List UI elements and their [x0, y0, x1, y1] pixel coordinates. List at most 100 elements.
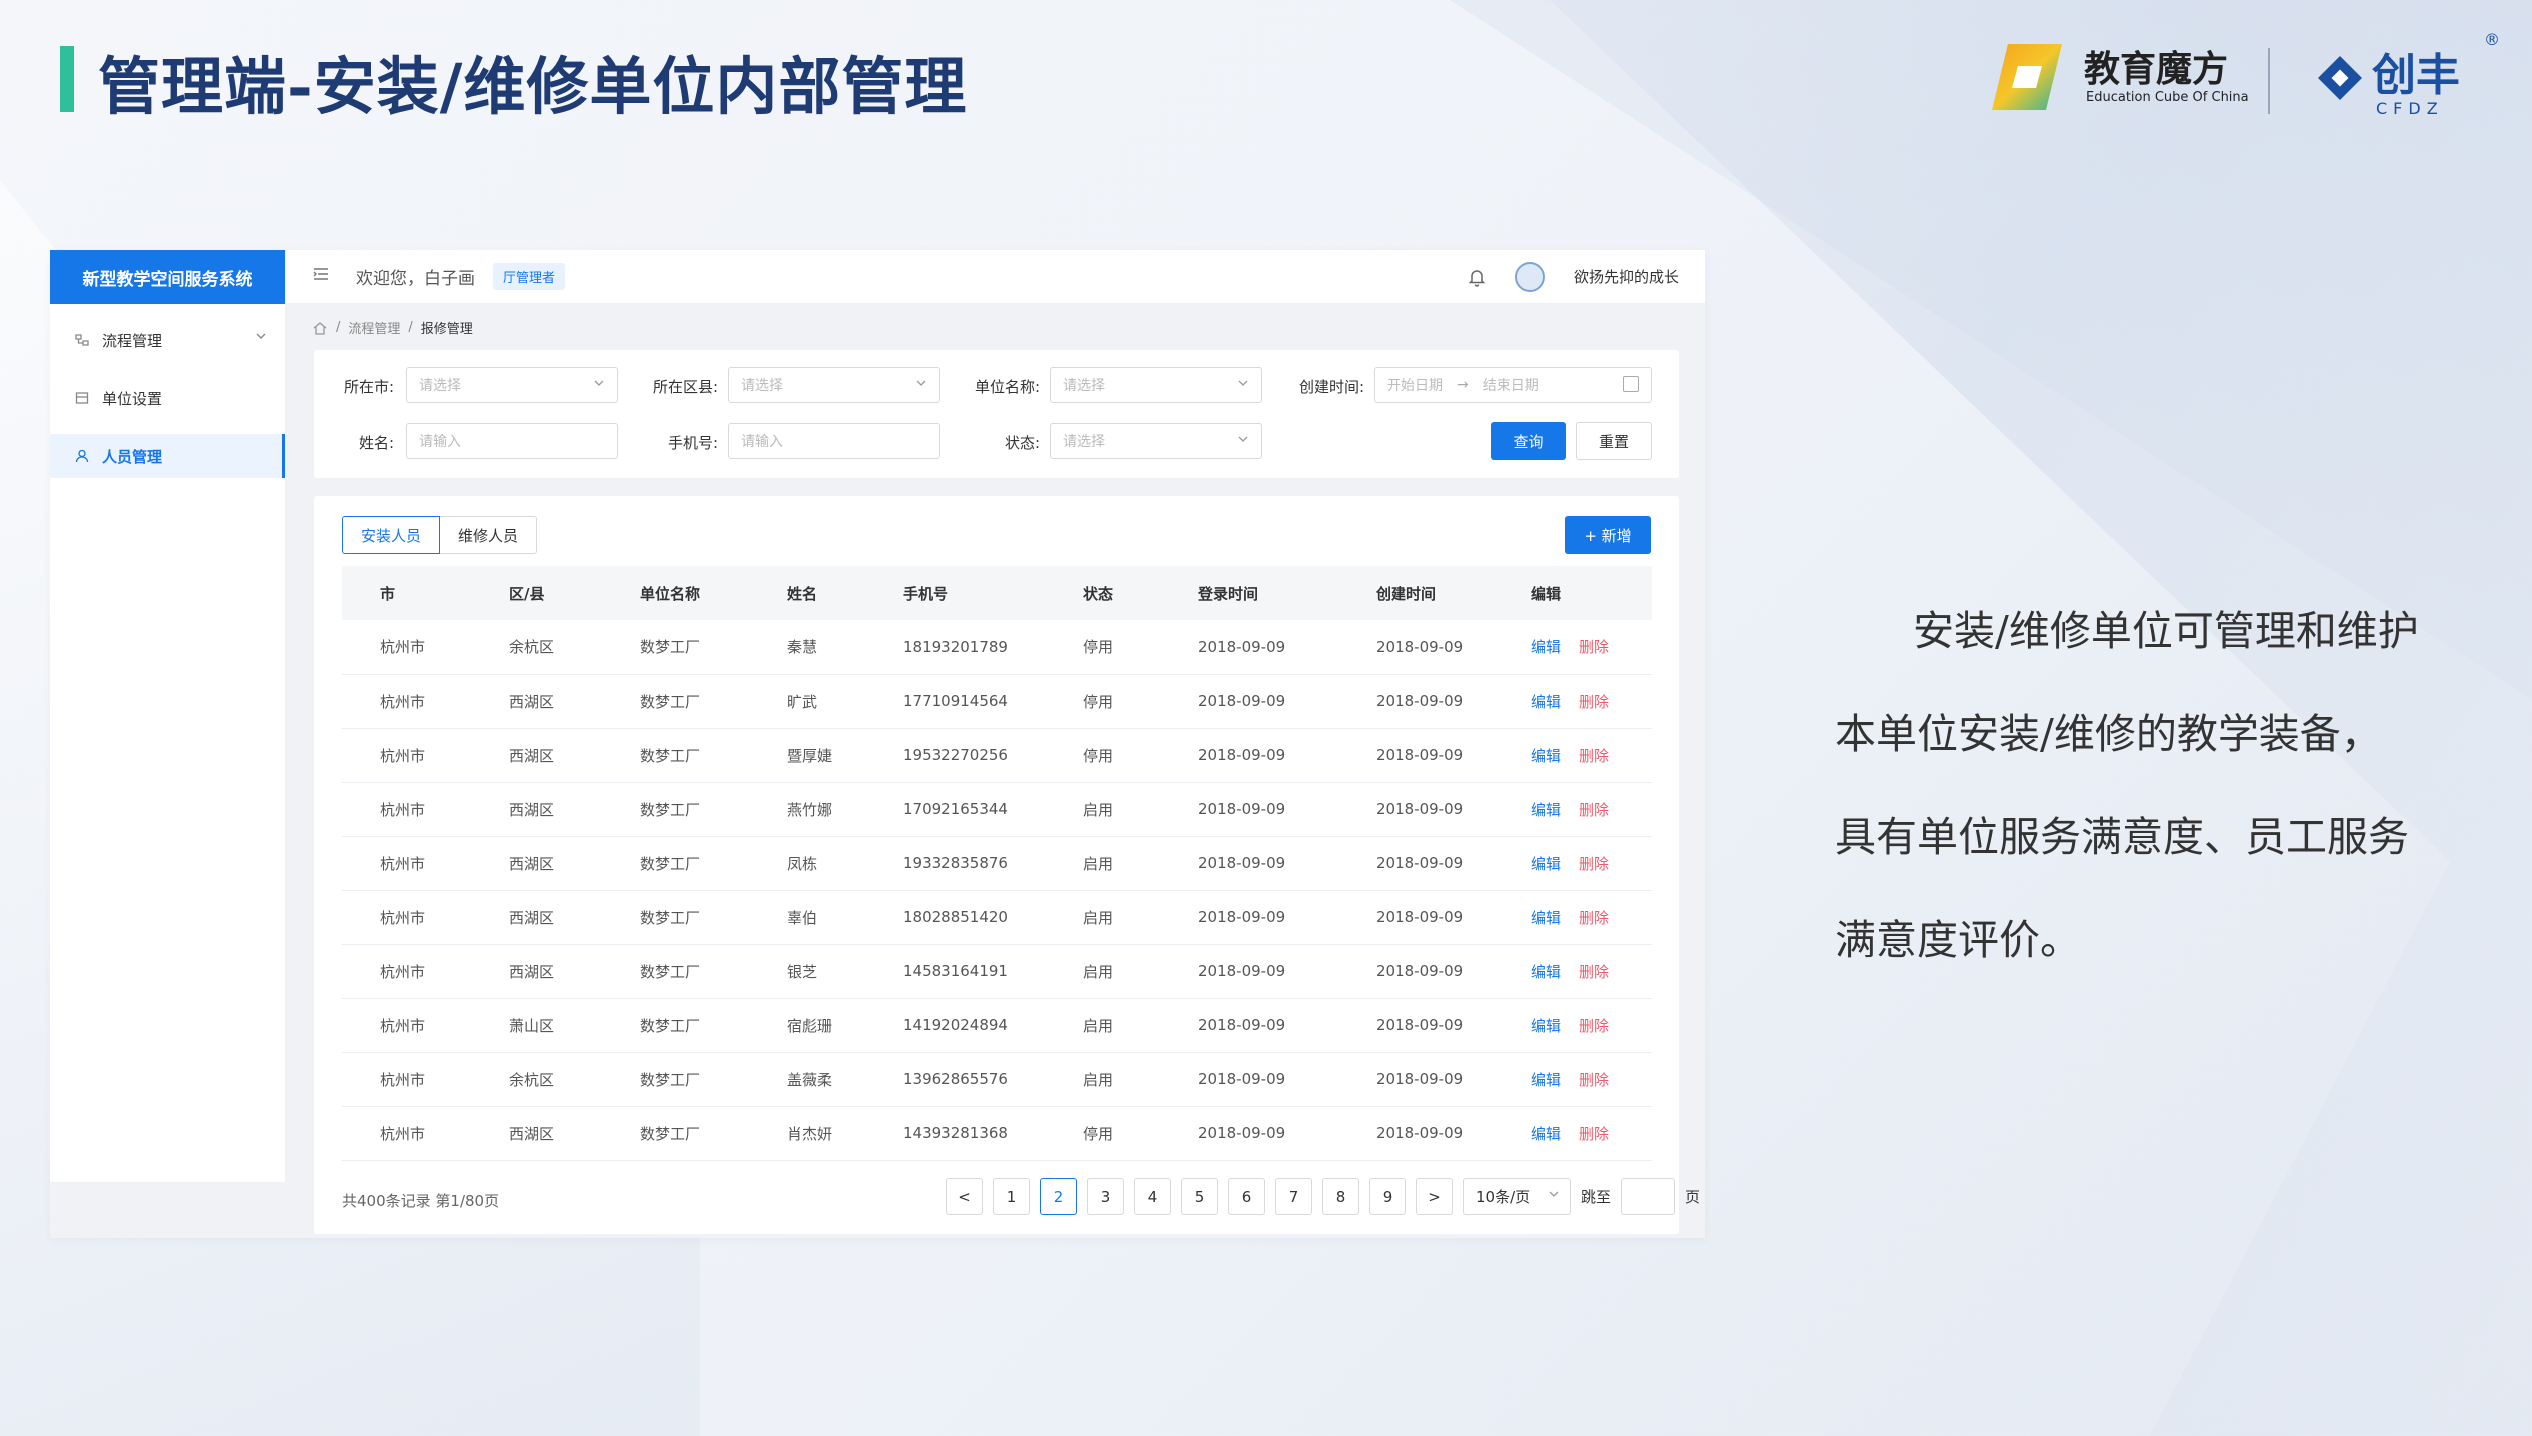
edit-link[interactable]: 编辑	[1531, 855, 1561, 873]
table-cell: 17710914564	[867, 674, 1047, 729]
district-label: 所在区县:	[652, 378, 718, 396]
edit-link[interactable]: 编辑	[1531, 747, 1561, 765]
table-row: 杭州市 西湖区 数梦工厂 暨厚婕 19532270256 停用 2018-09-09 2018…	[342, 728, 1652, 783]
end-date-placeholder: 结束日期	[1482, 378, 1539, 394]
delete-link[interactable]: 删除	[1579, 1017, 1609, 1035]
date-range-picker[interactable]: 开始日期 → 结束日期	[1374, 367, 1652, 403]
delete-link[interactable]: 删除	[1579, 693, 1609, 711]
chevron-down-icon	[1548, 1188, 1560, 1203]
home-icon[interactable]	[312, 320, 328, 336]
pagination: <1 2 3 4 5 6 7 8 9 >10条/页 跳至 页	[946, 1178, 1700, 1215]
page-button[interactable]: 9	[1369, 1178, 1406, 1215]
table-cell: 杭州市	[342, 674, 473, 729]
delete-link[interactable]: 删除	[1579, 909, 1609, 927]
delete-link[interactable]: 删除	[1579, 801, 1609, 819]
edit-link[interactable]: 编辑	[1531, 909, 1561, 927]
table-cell: 2018-09-09	[1340, 620, 1495, 675]
table-cell: 西湖区	[473, 1106, 604, 1161]
edit-link[interactable]: 编辑	[1531, 801, 1561, 819]
education-cube-logo-icon	[1992, 44, 2062, 110]
sidebar-item-unit[interactable]: 单位设置	[50, 376, 285, 420]
page-button[interactable]: 4	[1134, 1178, 1171, 1215]
edit-link[interactable]: 编辑	[1531, 638, 1561, 656]
reset-button[interactable]: 重置	[1576, 422, 1652, 460]
staff-table: 市区/县 单位名称 姓名 手机号 状态 登录时间 创建时间 编辑 杭州市 余杭区 数梦工厂 秦慧 18…	[342, 566, 1652, 1161]
edit-link[interactable]: 编辑	[1531, 1125, 1561, 1143]
avatar[interactable]	[1515, 262, 1545, 292]
table-cell: 2018-09-09	[1340, 890, 1495, 945]
table-cell: 2018-09-09	[1162, 836, 1340, 891]
cfdz-name: 创丰	[2372, 50, 2460, 101]
username[interactable]: 欲扬先抑的成长	[1574, 266, 1679, 287]
city-select[interactable]: 请选择	[406, 367, 618, 403]
table-cell: 余杭区	[473, 1052, 604, 1107]
table-cell: 西湖区	[473, 944, 604, 999]
menu-toggle-icon[interactable]	[312, 266, 334, 287]
date-range-separator: →	[1457, 377, 1469, 393]
table-cell: 杭州市	[342, 836, 473, 891]
tab-repairers[interactable]: 维修人员	[440, 516, 538, 554]
table-cell: 19332835876	[867, 836, 1047, 891]
chevron-down-icon	[1237, 433, 1249, 448]
table-cell: 杭州市	[342, 728, 473, 783]
bell-icon[interactable]	[1467, 267, 1487, 287]
delete-link[interactable]: 删除	[1579, 963, 1609, 981]
delete-link[interactable]: 删除	[1579, 855, 1609, 873]
edit-link[interactable]: 编辑	[1531, 1017, 1561, 1035]
breadcrumb-separator: /	[408, 320, 413, 335]
table-header-row: 市区/县 单位名称 姓名 手机号 状态 登录时间 创建时间 编辑	[342, 566, 1652, 620]
page-button[interactable]: 8	[1322, 1178, 1359, 1215]
page-button[interactable]: 7	[1275, 1178, 1312, 1215]
name-label: 姓名:	[358, 434, 394, 452]
edit-link[interactable]: 编辑	[1531, 963, 1561, 981]
status-select[interactable]: 请选择	[1050, 423, 1262, 459]
delete-link[interactable]: 删除	[1579, 1125, 1609, 1143]
created-time-label: 创建时间:	[1298, 378, 1364, 396]
user-icon	[74, 448, 90, 464]
page-size-select[interactable]: 10条/页	[1463, 1178, 1571, 1215]
tab-installers[interactable]: 安装人员	[342, 516, 441, 554]
table-cell: 2018-09-09	[1340, 728, 1495, 783]
next-page-button[interactable]: >	[1416, 1178, 1453, 1215]
description-line: 具有单位服务满意度、员工服务	[1835, 813, 2409, 861]
jump-input[interactable]	[1621, 1178, 1676, 1215]
row-actions: 编辑 删除	[1495, 998, 1652, 1053]
page-button[interactable]: 6	[1228, 1178, 1265, 1215]
edit-link[interactable]: 编辑	[1531, 693, 1561, 711]
page-button[interactable]: 1	[993, 1178, 1030, 1215]
table-cell: 西湖区	[473, 836, 604, 891]
table-cell: 停用	[1047, 620, 1162, 675]
app-window: 新型教学空间服务系统 流程管理 单位设置 人员管理 欢迎您，白子画 厅管理者 欲…	[50, 250, 1705, 1238]
delete-link[interactable]: 删除	[1579, 747, 1609, 765]
delete-link[interactable]: 删除	[1579, 638, 1609, 656]
sidebar-item-flow[interactable]: 流程管理	[50, 318, 285, 362]
unit-select[interactable]: 请选择	[1050, 367, 1262, 403]
unit-icon	[74, 390, 90, 406]
sidebar-item-people[interactable]: 人员管理	[50, 434, 285, 478]
phone-input[interactable]: 请输入	[728, 423, 940, 459]
status-placeholder: 请选择	[1063, 434, 1105, 450]
query-button[interactable]: 查询	[1491, 422, 1566, 460]
row-actions: 编辑 删除	[1495, 674, 1652, 729]
table-cell: 2018-09-09	[1340, 1106, 1495, 1161]
slide-description: 安装/维修单位可管理和维护 本单位安装/维修的教学装备， 具有单位服务满意度、员…	[1835, 580, 2475, 992]
page-button[interactable]: 3	[1087, 1178, 1124, 1215]
add-button[interactable]: + 新增	[1565, 516, 1651, 554]
page-button[interactable]: 2	[1040, 1178, 1077, 1215]
table-cell: 启用	[1047, 890, 1162, 945]
table-cell: 2018-09-09	[1340, 674, 1495, 729]
slide-title: 管理端-安装/维修单位内部管理	[98, 50, 968, 123]
district-select[interactable]: 请选择	[728, 367, 940, 403]
name-input[interactable]: 请输入	[406, 423, 618, 459]
page-button[interactable]: 5	[1181, 1178, 1218, 1215]
prev-page-button[interactable]: <	[946, 1178, 983, 1215]
column-header: 姓名	[751, 566, 867, 620]
jump-suffix: 页	[1685, 1188, 1701, 1206]
table-cell: 旷武	[751, 674, 867, 729]
breadcrumb-item[interactable]: 流程管理	[348, 318, 400, 337]
table-row: 杭州市 萧山区 数梦工厂 宿彪珊 14192024894 启用 2018-09-09 2018…	[342, 998, 1652, 1053]
edit-link[interactable]: 编辑	[1531, 1071, 1561, 1089]
description-line: 安装/维修单位可管理和维护	[1913, 607, 2419, 655]
delete-link[interactable]: 删除	[1579, 1071, 1609, 1089]
cfdz-subtitle: CFDZ	[2376, 99, 2444, 118]
